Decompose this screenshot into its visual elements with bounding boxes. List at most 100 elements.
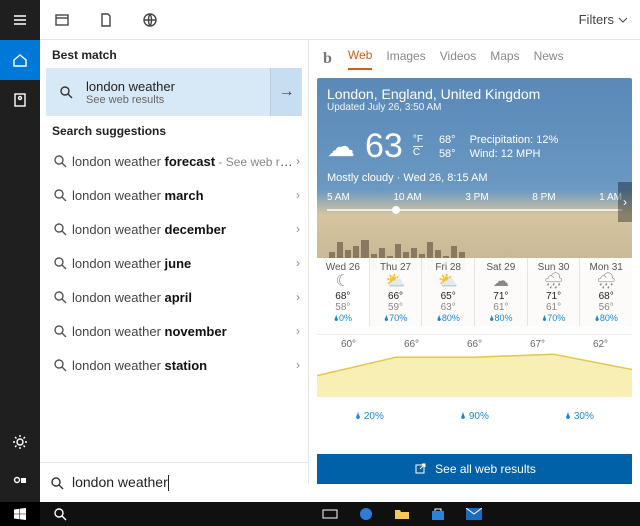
- chart-temp-label: 67°: [530, 339, 545, 350]
- forecast-day[interactable]: Sun 30🌧71°61°🌢70%: [528, 258, 581, 326]
- see-all-label: See all web results: [435, 462, 536, 476]
- weather-condition: Mostly cloudy · Wed 26, 8:15 AM: [317, 172, 632, 184]
- suggestion-text: london weather november: [72, 324, 296, 339]
- chevron-right-icon: ›: [296, 324, 300, 338]
- suggestions-header: Search suggestions: [40, 116, 308, 144]
- chart-temp-label: 60°: [341, 339, 356, 350]
- app-explorer[interactable]: [384, 502, 420, 526]
- rail-settings[interactable]: [0, 422, 40, 462]
- suggestion-text: london weather station: [72, 358, 296, 373]
- search-input[interactable]: london weather: [72, 474, 169, 491]
- bing-tab-web[interactable]: Web: [348, 48, 372, 70]
- slider-thumb[interactable]: [392, 206, 400, 214]
- store-icon: [430, 506, 446, 522]
- search-icon: [59, 85, 73, 99]
- suggestion-item[interactable]: london weather march ›: [40, 178, 308, 212]
- rail-notebook[interactable]: [0, 80, 40, 120]
- search-icon: [53, 324, 67, 338]
- cloud-icon: ☁: [327, 130, 355, 163]
- taskbar: [0, 502, 640, 526]
- forecast-day[interactable]: Sat 29☁71°61°🌢80%: [475, 258, 528, 326]
- filters-dropdown[interactable]: Filters: [567, 12, 640, 27]
- hour-labels: 5 AM10 AM3 PM8 PM1 AM: [317, 184, 632, 203]
- suggestion-text: london weather june: [72, 256, 296, 271]
- best-match-header: Best match: [40, 40, 308, 68]
- hamburger-icon: [12, 12, 28, 28]
- windows-icon: [14, 508, 26, 520]
- chevron-right-icon: ›: [296, 188, 300, 202]
- task-view[interactable]: [312, 502, 348, 526]
- search-icon: [53, 188, 67, 202]
- scope-web[interactable]: [128, 0, 172, 40]
- apps-icon: [54, 12, 70, 28]
- bing-tab-images[interactable]: Images: [386, 49, 425, 69]
- forecast-day[interactable]: Thu 27⛅66°59°🌢70%: [370, 258, 423, 326]
- search-icon: [53, 290, 67, 304]
- chart-precip-label: 🌢 20%: [355, 411, 384, 422]
- bing-tabs: b Web Images Videos Maps News: [309, 40, 640, 70]
- temp-chart: 60°66°66°67°62° 🌢 20%🌢 90%🌢 30%: [317, 334, 632, 426]
- globe-icon: [142, 12, 158, 28]
- mail-icon: [466, 508, 482, 520]
- chevron-right-icon: ›: [296, 256, 300, 270]
- current-temp: 63: [365, 127, 403, 166]
- forecast-day[interactable]: Fri 28⛅65°63°🌢80%: [422, 258, 475, 326]
- hour-label: 8 PM: [532, 192, 555, 203]
- see-all-results[interactable]: See all web results: [317, 454, 632, 484]
- bing-tab-videos[interactable]: Videos: [440, 49, 476, 69]
- gear-icon: [12, 434, 28, 450]
- scope-apps[interactable]: [40, 0, 84, 40]
- best-match-item[interactable]: london weather See web results →: [46, 68, 302, 116]
- chevron-right-icon: ›: [296, 154, 300, 168]
- taskbar-search[interactable]: [40, 502, 80, 526]
- suggestion-text: london weather forecast - See web result…: [72, 154, 296, 169]
- best-match-open[interactable]: →: [270, 68, 302, 116]
- chevron-right-icon: ›: [296, 358, 300, 372]
- suggestion-item[interactable]: london weather april ›: [40, 280, 308, 314]
- best-match-subtitle: See web results: [86, 94, 270, 106]
- bing-logo: b: [323, 50, 332, 68]
- rail-menu[interactable]: [0, 0, 40, 40]
- rail-home[interactable]: [0, 40, 40, 80]
- preview-column: b Web Images Videos Maps News London, Englan…: [308, 40, 640, 484]
- home-icon: [12, 52, 28, 68]
- bing-tab-maps[interactable]: Maps: [490, 49, 519, 69]
- chart-temp-label: 62°: [593, 339, 608, 350]
- chart-temp-label: 66°: [404, 339, 419, 350]
- suggestion-item[interactable]: london weather station ›: [40, 348, 308, 382]
- high-low: 68°58°: [439, 133, 456, 161]
- hour-label: 3 PM: [465, 192, 488, 203]
- chevron-right-icon: ›: [296, 222, 300, 236]
- cortana-rail: [0, 0, 40, 502]
- chevron-down-icon: [618, 15, 628, 25]
- app-mail[interactable]: [456, 502, 492, 526]
- forecast-next[interactable]: ›: [618, 182, 632, 222]
- taskview-icon: [322, 508, 338, 520]
- hour-label: 10 AM: [393, 192, 421, 203]
- app-store[interactable]: [420, 502, 456, 526]
- suggestion-item[interactable]: london weather june ›: [40, 246, 308, 280]
- forecast-day[interactable]: Wed 26☾68°58°🌢0%: [317, 258, 370, 326]
- rail-feedback[interactable]: [0, 462, 40, 502]
- scope-documents[interactable]: [84, 0, 128, 40]
- weather-updated: Updated July 26, 3:50 AM: [327, 102, 622, 113]
- notebook-icon: [12, 92, 28, 108]
- weather-meta: Precipitation: 12% Wind: 12 MPH: [470, 133, 559, 161]
- forecast-day[interactable]: Mon 31🌧68°56°🌢80%: [580, 258, 632, 326]
- chevron-right-icon: ›: [296, 290, 300, 304]
- bing-tab-news[interactable]: News: [534, 49, 564, 69]
- search-bar[interactable]: london weather: [40, 462, 308, 502]
- hour-slider[interactable]: [327, 209, 622, 211]
- suggestion-item[interactable]: london weather december ›: [40, 212, 308, 246]
- start-button[interactable]: [0, 502, 40, 526]
- edge-icon: [358, 506, 374, 522]
- suggestion-item[interactable]: london weather forecast - See web result…: [40, 144, 308, 178]
- filters-label: Filters: [579, 12, 614, 27]
- weather-card[interactable]: London, England, United Kingdom Updated …: [317, 78, 632, 326]
- temp-units[interactable]: °FC: [413, 134, 423, 159]
- suggestion-item[interactable]: london weather november ›: [40, 314, 308, 348]
- app-edge[interactable]: [348, 502, 384, 526]
- results-column: Best match london weather See web result…: [40, 40, 308, 484]
- chart-precip-label: 🌢 30%: [565, 411, 594, 422]
- weather-location: London, England, United Kingdom: [327, 86, 622, 102]
